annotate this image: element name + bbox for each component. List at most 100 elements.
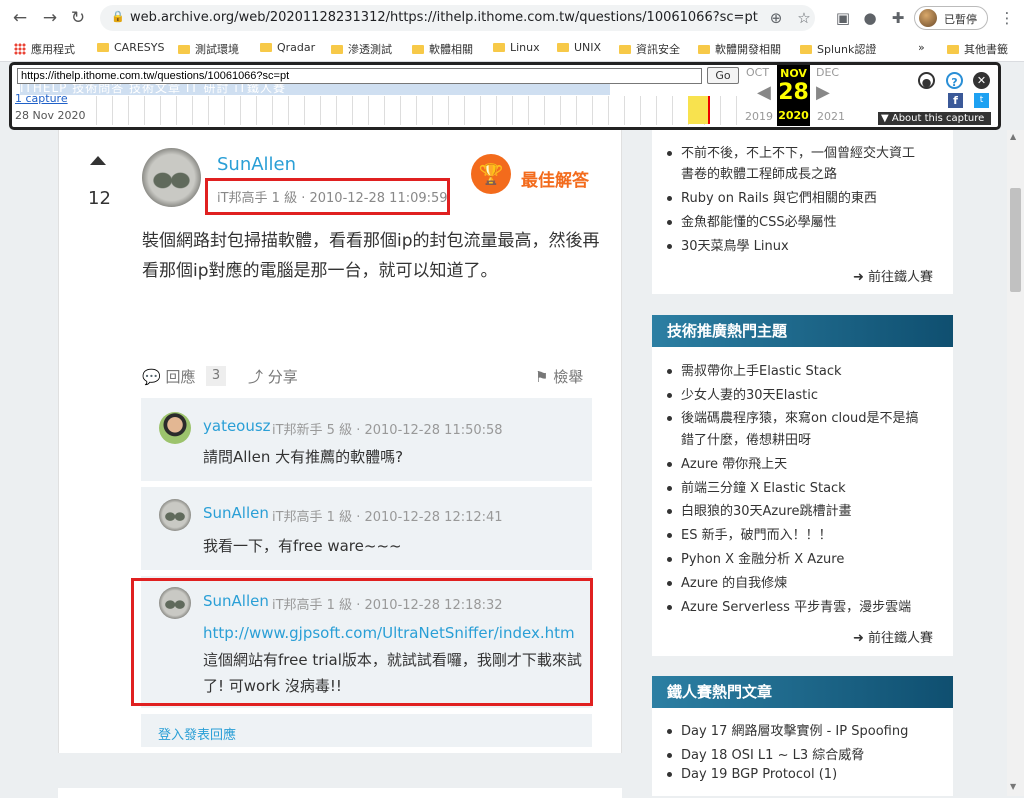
bullet-icon [667,393,672,398]
wayback-next-arrow-icon[interactable]: ▶ [816,82,830,103]
wayback-next-year[interactable]: 2021 [817,110,845,123]
sidebar-topic-link[interactable]: 少女人妻的30天Elastic [667,384,818,403]
answer-body: 裝個網路封包掃描軟體，看看那個ip的封包流量最高，然後再看那個ip對應的電腦是那… [142,231,600,281]
report-button[interactable]: ⚑ 檢舉 [535,366,583,387]
sidebar-article-link[interactable]: Day 17 網路層攻擊實例 - IP Spoofing [667,720,908,739]
extensions-puzzle-icon[interactable]: ✚ [888,8,908,28]
bookmark-folder[interactable]: UNIX [557,41,601,54]
comment-author[interactable]: SunAllen [203,504,269,522]
comment-author[interactable]: yateousz [203,417,271,435]
sidebar-article-link[interactable]: 書卷的軟體工程師成長之路 [681,163,837,182]
menu-kebab-icon[interactable]: ⋮ [997,8,1017,28]
apps-grid-icon [14,43,26,55]
folder-icon [493,43,505,52]
share-icon: ⤴ [248,368,268,386]
arrow-circle-icon: ➜ [853,270,869,285]
upvote-arrow-icon[interactable] [90,156,106,165]
wayback-help-icon[interactable]: ? [946,72,963,89]
folder-icon [800,44,812,54]
bookmark-folder[interactable]: Linux [493,41,540,54]
wayback-sparkline-marker [708,96,710,124]
wayback-go-button[interactable]: Go [707,67,739,84]
sidebar-topic-link[interactable]: 前端三分鐘 X Elastic Stack [667,477,846,496]
wayback-capture-sparkline[interactable] [96,96,742,125]
login-reply-link[interactable]: 登入發表回應 [158,724,236,743]
sidebar-topic-link[interactable]: 白眼狼的30天Azure跳槽計畫 [667,500,852,519]
scroll-up-arrow-icon[interactable]: ▲ [1010,132,1016,141]
bullet-icon [667,509,672,514]
sidebar-topic-link[interactable]: 需叔帶你上手Elastic Stack [667,360,842,379]
sidebar-article-link[interactable]: Ruby on Rails 與它們相關的東西 [667,187,877,206]
extension-circle-icon[interactable]: ● [860,8,880,28]
wayback-prev-arrow-icon[interactable]: ◀ [757,82,771,103]
reply-button[interactable]: 💬 回應 [142,366,195,387]
wayback-url-input[interactable] [17,68,702,84]
back-arrow-icon[interactable]: ← [8,6,32,30]
folder-icon [178,44,190,54]
bookmark-folder[interactable]: CARESYS [97,41,164,54]
bookmarks-overflow[interactable]: » [918,41,925,54]
answer-author-name[interactable]: SunAllen [217,154,296,175]
bookmark-folder[interactable]: 滲透測試 [331,41,392,57]
best-answer-label: 最佳解答 [521,171,589,191]
comment-avatar[interactable] [159,499,191,531]
comment-body: 請問Allen 大有推薦的軟體嗎? [203,448,404,466]
answer-author-avatar[interactable] [142,148,201,207]
scrollbar-thumb[interactable] [1010,188,1021,292]
sidebar-topic-link[interactable]: ES 新手，破門而入！！！ [667,524,832,543]
bullet-icon [667,196,672,201]
wayback-captures-link[interactable]: 1 capture [15,92,68,105]
sidebar-article-link[interactable]: 不前不後，不上不下，一個曾經交大資工 [667,142,915,161]
address-bar-url[interactable]: web.archive.org/web/20201128231312/https… [130,10,758,25]
bookmark-folder[interactable]: 資訊安全 [619,41,680,57]
facebook-icon[interactable]: f [948,93,963,108]
wayback-prev-month[interactable]: OCT [746,66,769,79]
wayback-next-month[interactable]: DEC [816,66,839,79]
reload-icon[interactable]: ↻ [66,6,90,30]
bookmark-apps[interactable]: 應用程式 [14,41,75,57]
sidebar-article-link[interactable]: Day 19 BGP Protocol (1) [667,767,837,782]
sidebar-topic-link[interactable]: 後端碼農程序猿，來寫on cloud是不是搞 [667,407,919,426]
bookmark-folder[interactable]: 測試環境 [178,41,239,57]
wayback-user-icon[interactable]: ● [918,72,935,89]
scroll-down-arrow-icon[interactable]: ▼ [1010,782,1016,791]
comment-meta: iT邦新手 5 級 · 2010-12-28 11:50:58 [272,423,503,438]
bullet-icon [667,151,672,156]
bullet-icon [667,753,672,758]
forward-arrow-icon[interactable]: → [38,6,62,30]
extension-chat-icon[interactable]: ▣ [833,8,853,28]
zoom-icon[interactable]: ⊕ [766,8,786,28]
arrow-circle-icon: ➜ [853,631,869,646]
bookmark-other[interactable]: 其他書籤 [947,41,1008,57]
sidebar-topic-link[interactable]: Azure 的自我修煉 [667,572,787,591]
sidebar-topic-link[interactable]: Azure 帶你飛上天 [667,453,787,472]
bookmark-folder[interactable]: 軟體開發相關 [698,41,781,57]
sidebar-more-link[interactable]: ➜ 前往鐵人賽 [853,266,933,285]
sidebar-article-link[interactable]: Day 18 OSI L1 ~ L3 綜合威脅 [667,744,864,763]
folder-icon [331,44,343,54]
bookmark-folder[interactable]: Qradar [260,41,315,54]
share-button[interactable]: ⤴ 分享 [248,366,298,387]
bookmark-star-icon[interactable]: ☆ [794,8,814,28]
bookmark-folder[interactable]: Splunk認證 [800,41,876,57]
reply-count-badge: 3 [206,366,226,386]
trophy-icon: 🏆 [471,154,511,194]
next-answer-card [58,788,622,798]
wayback-prev-year[interactable]: 2019 [745,110,773,123]
sidebar-more-link[interactable]: ➜ 前往鐵人賽 [853,627,933,646]
sidebar-article-link[interactable]: 30天菜鳥學 Linux [667,235,789,254]
bullet-icon [667,581,672,586]
sidebar-topic-link[interactable]: Pyhon X 金融分析 X Azure [667,548,844,567]
comment-avatar[interactable] [159,412,191,444]
sidebar-tech-title: 技術推廣熱門主題 [652,315,953,347]
twitter-icon[interactable]: t [974,93,989,108]
sidebar-article-link[interactable]: 金魚都能懂的CSS必學屬性 [667,211,837,230]
sidebar-topic-link[interactable]: Azure Serverless 平步青雲，漫步雲端 [667,596,911,615]
folder-icon [260,43,272,52]
bookmark-folder[interactable]: 軟體相關 [412,41,473,57]
sidebar-topic-link[interactable]: 錯了什麼，倦想耕田呀 [681,429,811,448]
wayback-about-capture[interactable]: ▼ About this capture [878,112,991,125]
flag-icon: ⚑ [535,368,554,386]
wayback-close-icon[interactable]: ✕ [973,72,990,89]
sidebar-ironman-title: 鐵人賽熱門文章 [652,676,953,708]
